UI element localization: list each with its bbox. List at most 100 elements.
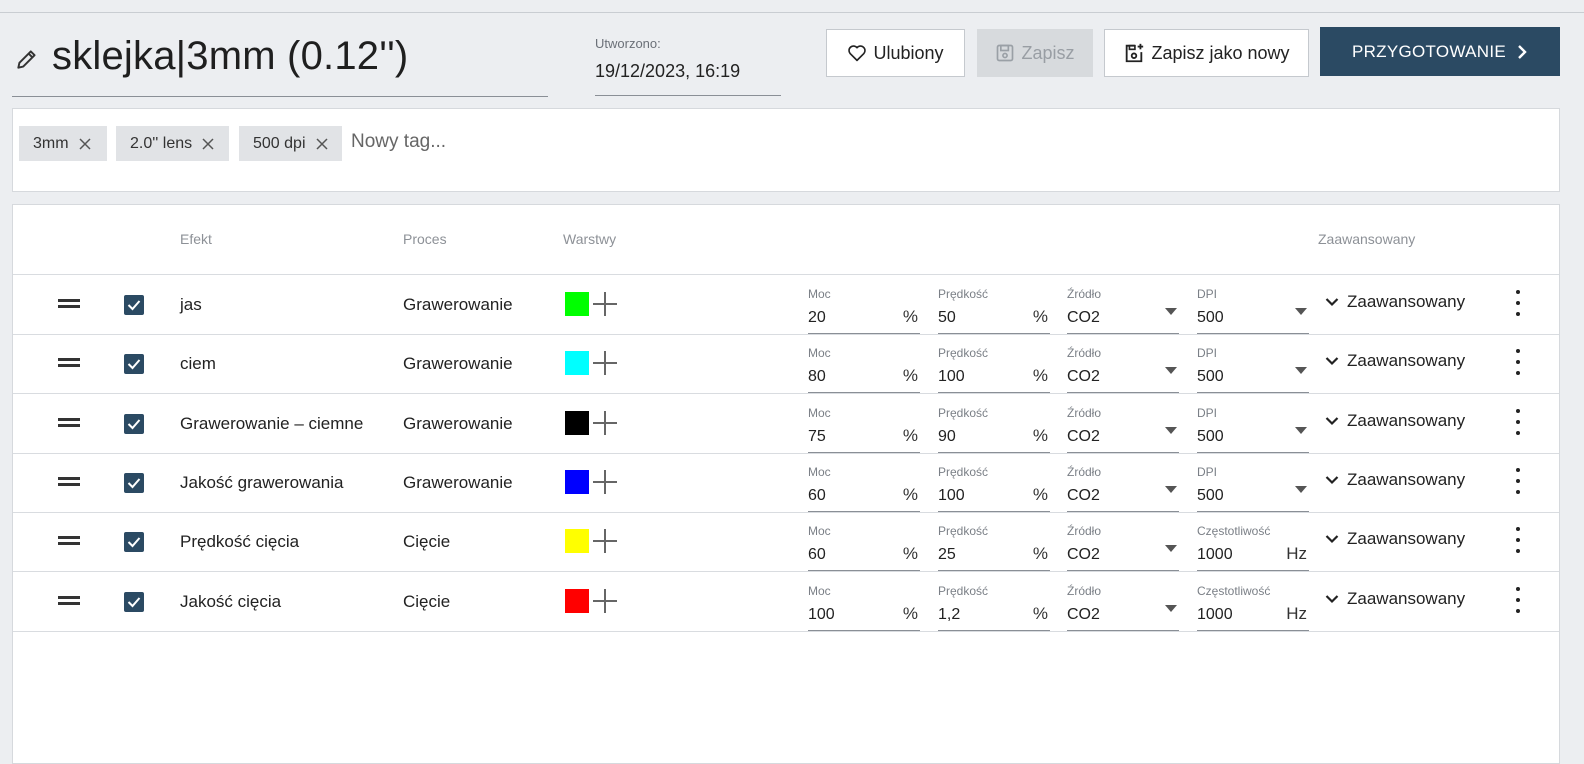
last-field[interactable]: Częstotliwość 1000 Hz <box>1197 524 1309 572</box>
more-vertical-icon[interactable] <box>1513 586 1523 614</box>
last-value[interactable]: 500 <box>1197 428 1224 446</box>
drag-handle-icon[interactable] <box>58 417 80 428</box>
drag-handle-icon[interactable] <box>58 536 80 546</box>
save-as-new-button[interactable]: Zapisz jako nowy <box>1104 29 1309 77</box>
close-icon[interactable] <box>79 137 91 150</box>
title-field[interactable]: sklejka|3mm (0.12'') <box>12 28 548 97</box>
checkbox-checked-icon[interactable] <box>124 295 144 315</box>
save-button[interactable]: Zapisz <box>977 29 1093 77</box>
power-field[interactable]: Moc 20 % <box>808 287 920 334</box>
checkbox-checked-icon[interactable] <box>124 472 144 493</box>
more-vertical-icon[interactable] <box>1513 348 1523 376</box>
last-field[interactable]: DPI 500 <box>1197 406 1309 453</box>
speed-field[interactable]: Prędkość 50 % <box>938 287 1050 334</box>
pencil-icon[interactable] <box>14 46 40 72</box>
speed-value[interactable]: 100 <box>938 487 965 505</box>
source-select[interactable]: Źródło CO2 <box>1067 406 1179 453</box>
new-tag-input[interactable] <box>351 131 651 153</box>
more-vertical-icon[interactable] <box>1513 408 1523 436</box>
caret-down-icon[interactable] <box>1165 604 1177 612</box>
source-value[interactable]: CO2 <box>1067 546 1100 564</box>
prepare-button[interactable]: PRZYGOTOWANIE <box>1320 27 1560 76</box>
source-select[interactable]: Źródło CO2 <box>1067 287 1179 334</box>
source-select[interactable]: Źródło CO2 <box>1067 465 1179 512</box>
last-field[interactable]: Częstotliwość 1000 Hz <box>1197 584 1309 631</box>
source-value[interactable]: CO2 <box>1067 606 1100 624</box>
advanced-toggle[interactable]: Zaawansowany <box>1325 411 1465 431</box>
more-vertical-icon[interactable] <box>1513 526 1523 554</box>
last-field[interactable]: DPI 500 <box>1197 287 1309 334</box>
power-field[interactable]: Moc 75 % <box>808 406 920 453</box>
caret-down-icon[interactable] <box>1165 367 1177 375</box>
last-field[interactable]: DPI 500 <box>1197 465 1309 512</box>
close-icon[interactable] <box>202 137 214 150</box>
page-title[interactable]: sklejka|3mm (0.12'') <box>52 34 408 79</box>
caret-down-icon[interactable] <box>1165 545 1177 553</box>
caret-down-icon[interactable] <box>1165 485 1177 493</box>
speed-value[interactable]: 100 <box>938 368 965 386</box>
checkbox-checked-icon[interactable] <box>124 413 144 434</box>
source-select[interactable]: Źródło CO2 <box>1067 346 1179 394</box>
layer-color-swatch[interactable] <box>565 351 589 376</box>
caret-down-icon[interactable] <box>1165 426 1177 434</box>
caret-down-icon[interactable] <box>1295 367 1307 375</box>
checkbox-checked-icon[interactable] <box>124 532 144 553</box>
power-value[interactable]: 60 <box>808 487 826 505</box>
source-select[interactable]: Źródło CO2 <box>1067 584 1179 631</box>
drag-handle-icon[interactable] <box>58 476 80 487</box>
speed-field[interactable]: Prędkość 1,2 % <box>938 584 1050 631</box>
source-value[interactable]: CO2 <box>1067 309 1100 327</box>
plus-icon[interactable] <box>592 291 618 317</box>
power-field[interactable]: Moc 60 % <box>808 524 920 572</box>
speed-field[interactable]: Prędkość 25 % <box>938 524 1050 572</box>
layer-color-swatch[interactable] <box>565 469 589 494</box>
advanced-toggle[interactable]: Zaawansowany <box>1325 589 1465 609</box>
layer-color-swatch[interactable] <box>565 588 589 613</box>
last-value[interactable]: 500 <box>1197 368 1224 386</box>
caret-down-icon[interactable] <box>1295 308 1307 315</box>
source-value[interactable]: CO2 <box>1067 428 1100 446</box>
drag-handle-icon[interactable] <box>58 299 80 309</box>
power-value[interactable]: 75 <box>808 428 826 446</box>
speed-value[interactable]: 50 <box>938 309 956 327</box>
layer-color-swatch[interactable] <box>565 529 589 554</box>
speed-field[interactable]: Prędkość 100 % <box>938 346 1050 394</box>
power-value[interactable]: 80 <box>808 368 826 386</box>
power-field[interactable]: Moc 100 % <box>808 584 920 631</box>
advanced-toggle[interactable]: Zaawansowany <box>1325 351 1465 371</box>
close-icon[interactable] <box>315 137 328 150</box>
plus-icon[interactable] <box>592 528 618 554</box>
checkbox-checked-icon[interactable] <box>124 354 144 375</box>
source-select[interactable]: Źródło CO2 <box>1067 524 1179 572</box>
favorite-button[interactable]: Ulubiony <box>826 29 965 77</box>
more-vertical-icon[interactable] <box>1513 467 1523 495</box>
checkbox-checked-icon[interactable] <box>124 591 144 612</box>
plus-icon[interactable] <box>592 469 618 495</box>
speed-field[interactable]: Prędkość 90 % <box>938 406 1050 453</box>
speed-value[interactable]: 90 <box>938 428 956 446</box>
plus-icon[interactable] <box>592 588 618 614</box>
speed-value[interactable]: 25 <box>938 546 956 564</box>
power-value[interactable]: 100 <box>808 606 835 624</box>
source-value[interactable]: CO2 <box>1067 487 1100 505</box>
advanced-toggle[interactable]: Zaawansowany <box>1325 529 1465 549</box>
speed-value[interactable]: 1,2 <box>938 606 960 624</box>
caret-down-icon[interactable] <box>1295 426 1307 434</box>
last-value[interactable]: 1000 <box>1197 546 1233 564</box>
layer-color-swatch[interactable] <box>565 292 589 316</box>
source-value[interactable]: CO2 <box>1067 368 1100 386</box>
advanced-toggle[interactable]: Zaawansowany <box>1325 292 1465 312</box>
power-value[interactable]: 20 <box>808 309 826 327</box>
last-field[interactable]: DPI 500 <box>1197 346 1309 394</box>
plus-icon[interactable] <box>592 350 618 376</box>
power-field[interactable]: Moc 60 % <box>808 465 920 512</box>
plus-icon[interactable] <box>592 410 618 436</box>
more-vertical-icon[interactable] <box>1513 289 1523 317</box>
last-value[interactable]: 500 <box>1197 309 1224 327</box>
drag-handle-icon[interactable] <box>58 358 80 368</box>
last-value[interactable]: 500 <box>1197 487 1224 505</box>
caret-down-icon[interactable] <box>1295 485 1307 493</box>
power-field[interactable]: Moc 80 % <box>808 346 920 394</box>
last-value[interactable]: 1000 <box>1197 606 1233 624</box>
power-value[interactable]: 60 <box>808 546 826 564</box>
